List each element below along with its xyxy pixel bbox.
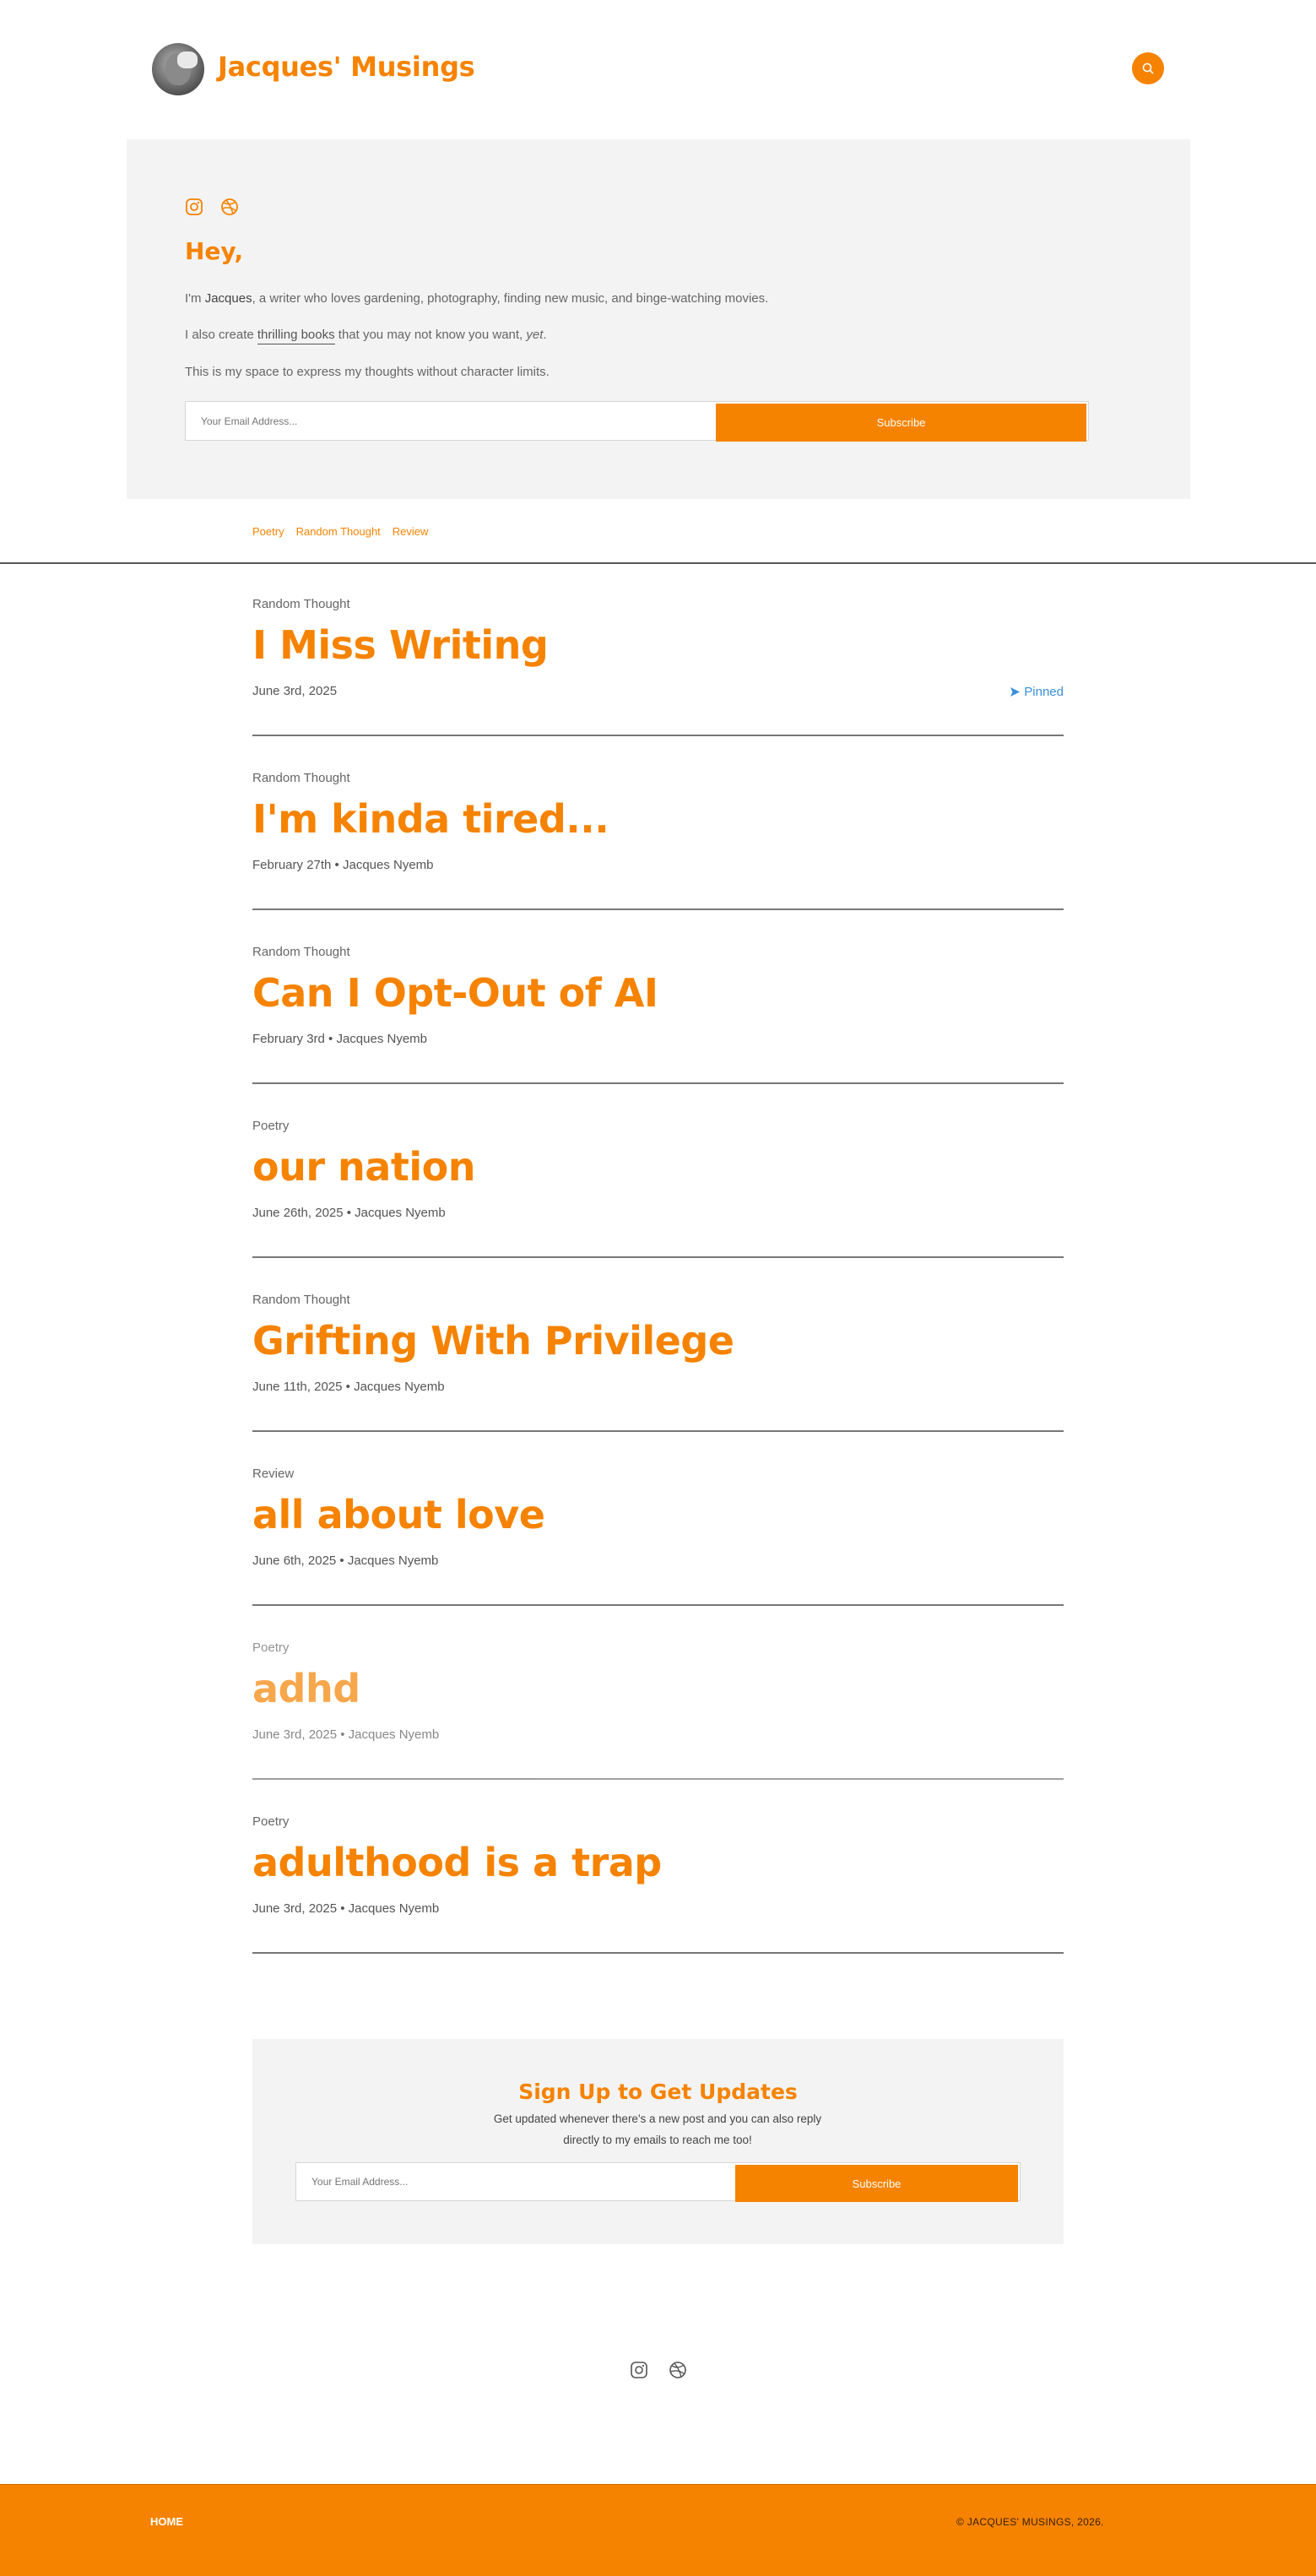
signup-subscribe-button[interactable]: Subscribe	[735, 2165, 1018, 2202]
post-category[interactable]: Poetry	[252, 1641, 289, 1655]
post-divider	[252, 1778, 1064, 1780]
post-item[interactable]: Poetry adhd June 3rd, 2025 • Jacques Nye…	[252, 1641, 1064, 1814]
category-tags: Poetry Random Thought Review	[252, 525, 428, 538]
post-item[interactable]: Random Thought I Miss Writing June 3rd, …	[252, 597, 1064, 771]
search-icon	[1142, 62, 1154, 74]
post-category[interactable]: Review	[252, 1467, 294, 1481]
post-category[interactable]: Random Thought	[252, 771, 350, 785]
thrilling-books-link[interactable]: thrilling books	[257, 328, 335, 344]
post-item[interactable]: Poetry adulthood is a trap June 3rd, 202…	[252, 1814, 1064, 1988]
post-category[interactable]: Random Thought	[252, 945, 350, 959]
site-footer: HOME © JACQUES' MUSINGS, 2026.	[0, 2484, 1316, 2576]
hero-space-line: This is my space to express my thoughts …	[185, 365, 550, 379]
signup-title: Sign Up to Get Updates	[518, 2080, 798, 2104]
tag-poetry[interactable]: Poetry	[252, 525, 284, 538]
site-header: Jacques' Musings	[0, 0, 1316, 139]
post-title[interactable]: I Miss Writing	[252, 622, 549, 668]
pinned-badge: Pinned	[1010, 685, 1064, 699]
signup-panel: Sign Up to Get Updates Get updated whene…	[252, 2039, 1064, 2244]
post-title[interactable]: adhd	[252, 1666, 360, 1711]
hero-subscribe-form: Subscribe	[185, 401, 1089, 442]
hero-greeting: Hey,	[185, 237, 244, 265]
footer-social-links	[630, 2361, 687, 2379]
pin-icon	[1010, 687, 1021, 697]
post-category[interactable]: Random Thought	[252, 597, 350, 611]
hero-social-links	[185, 198, 239, 216]
dribbble-icon[interactable]	[220, 198, 239, 216]
post-title[interactable]: our nation	[252, 1144, 475, 1190]
signup-description: Get updated whenever there's a new post …	[493, 2112, 822, 2146]
post-title[interactable]: adulthood is a trap	[252, 1840, 662, 1885]
author-name: Jacques	[204, 291, 252, 306]
post-divider	[252, 1604, 1064, 1606]
post-title[interactable]: Can I Opt-Out of AI	[252, 970, 658, 1016]
post-meta: February 27th • Jacques Nyemb	[252, 858, 434, 872]
post-divider	[252, 735, 1064, 736]
post-divider	[252, 1082, 1064, 1084]
instagram-icon[interactable]	[630, 2361, 648, 2379]
post-item[interactable]: Poetry our nation June 26th, 2025 • Jacq…	[252, 1119, 1064, 1293]
post-title[interactable]: all about love	[252, 1492, 545, 1537]
post-meta: June 26th, 2025 • Jacques Nyemb	[252, 1206, 446, 1220]
post-category[interactable]: Random Thought	[252, 1293, 350, 1307]
search-button[interactable]	[1132, 52, 1164, 84]
post-item[interactable]: Random Thought I'm kinda tired... Februa…	[252, 771, 1064, 945]
hero-books-line: I also create thrilling books that you m…	[185, 328, 547, 344]
post-item[interactable]: Random Thought Grifting With Privilege J…	[252, 1293, 1064, 1467]
post-meta: February 3rd • Jacques Nyemb	[252, 1032, 428, 1046]
tag-random-thought[interactable]: Random Thought	[296, 525, 381, 538]
post-category[interactable]: Poetry	[252, 1119, 289, 1133]
footer-home-link[interactable]: HOME	[150, 2515, 183, 2528]
hero-panel: Hey, I'm Jacques, a writer who loves gar…	[127, 139, 1190, 499]
site-title[interactable]: Jacques' Musings	[218, 51, 475, 83]
post-meta: June 11th, 2025 • Jacques Nyemb	[252, 1380, 445, 1394]
post-meta: June 6th, 2025 • Jacques Nyemb	[252, 1554, 439, 1568]
dribbble-icon[interactable]	[669, 2361, 687, 2379]
signup-subscribe-form: Subscribe	[295, 2162, 1021, 2202]
post-title[interactable]: Grifting With Privilege	[252, 1318, 734, 1364]
instagram-icon[interactable]	[185, 198, 203, 216]
post-divider	[252, 908, 1064, 910]
avatar[interactable]	[152, 43, 204, 95]
post-title[interactable]: I'm kinda tired...	[252, 796, 609, 842]
divider	[0, 562, 1316, 564]
footer-copyright: © JACQUES' MUSINGS, 2026.	[956, 2516, 1104, 2528]
post-item[interactable]: Random Thought Can I Opt-Out of AI Febru…	[252, 945, 1064, 1119]
hero-intro: I'm Jacques, a writer who loves gardenin…	[185, 291, 769, 306]
post-divider	[252, 1952, 1064, 1954]
post-divider	[252, 1256, 1064, 1258]
post-meta: June 3rd, 2025	[252, 684, 338, 698]
post-item[interactable]: Review all about love June 6th, 2025 • J…	[252, 1467, 1064, 1641]
signup-email-input[interactable]	[296, 2163, 734, 2200]
hero-email-input[interactable]	[186, 402, 714, 440]
post-category[interactable]: Poetry	[252, 1814, 289, 1829]
post-meta: June 3rd, 2025 • Jacques Nyemb	[252, 1901, 440, 1916]
hero-subscribe-button[interactable]: Subscribe	[716, 404, 1086, 442]
tag-review[interactable]: Review	[393, 525, 429, 538]
post-divider	[252, 1430, 1064, 1432]
post-meta: June 3rd, 2025 • Jacques Nyemb	[252, 1727, 440, 1742]
